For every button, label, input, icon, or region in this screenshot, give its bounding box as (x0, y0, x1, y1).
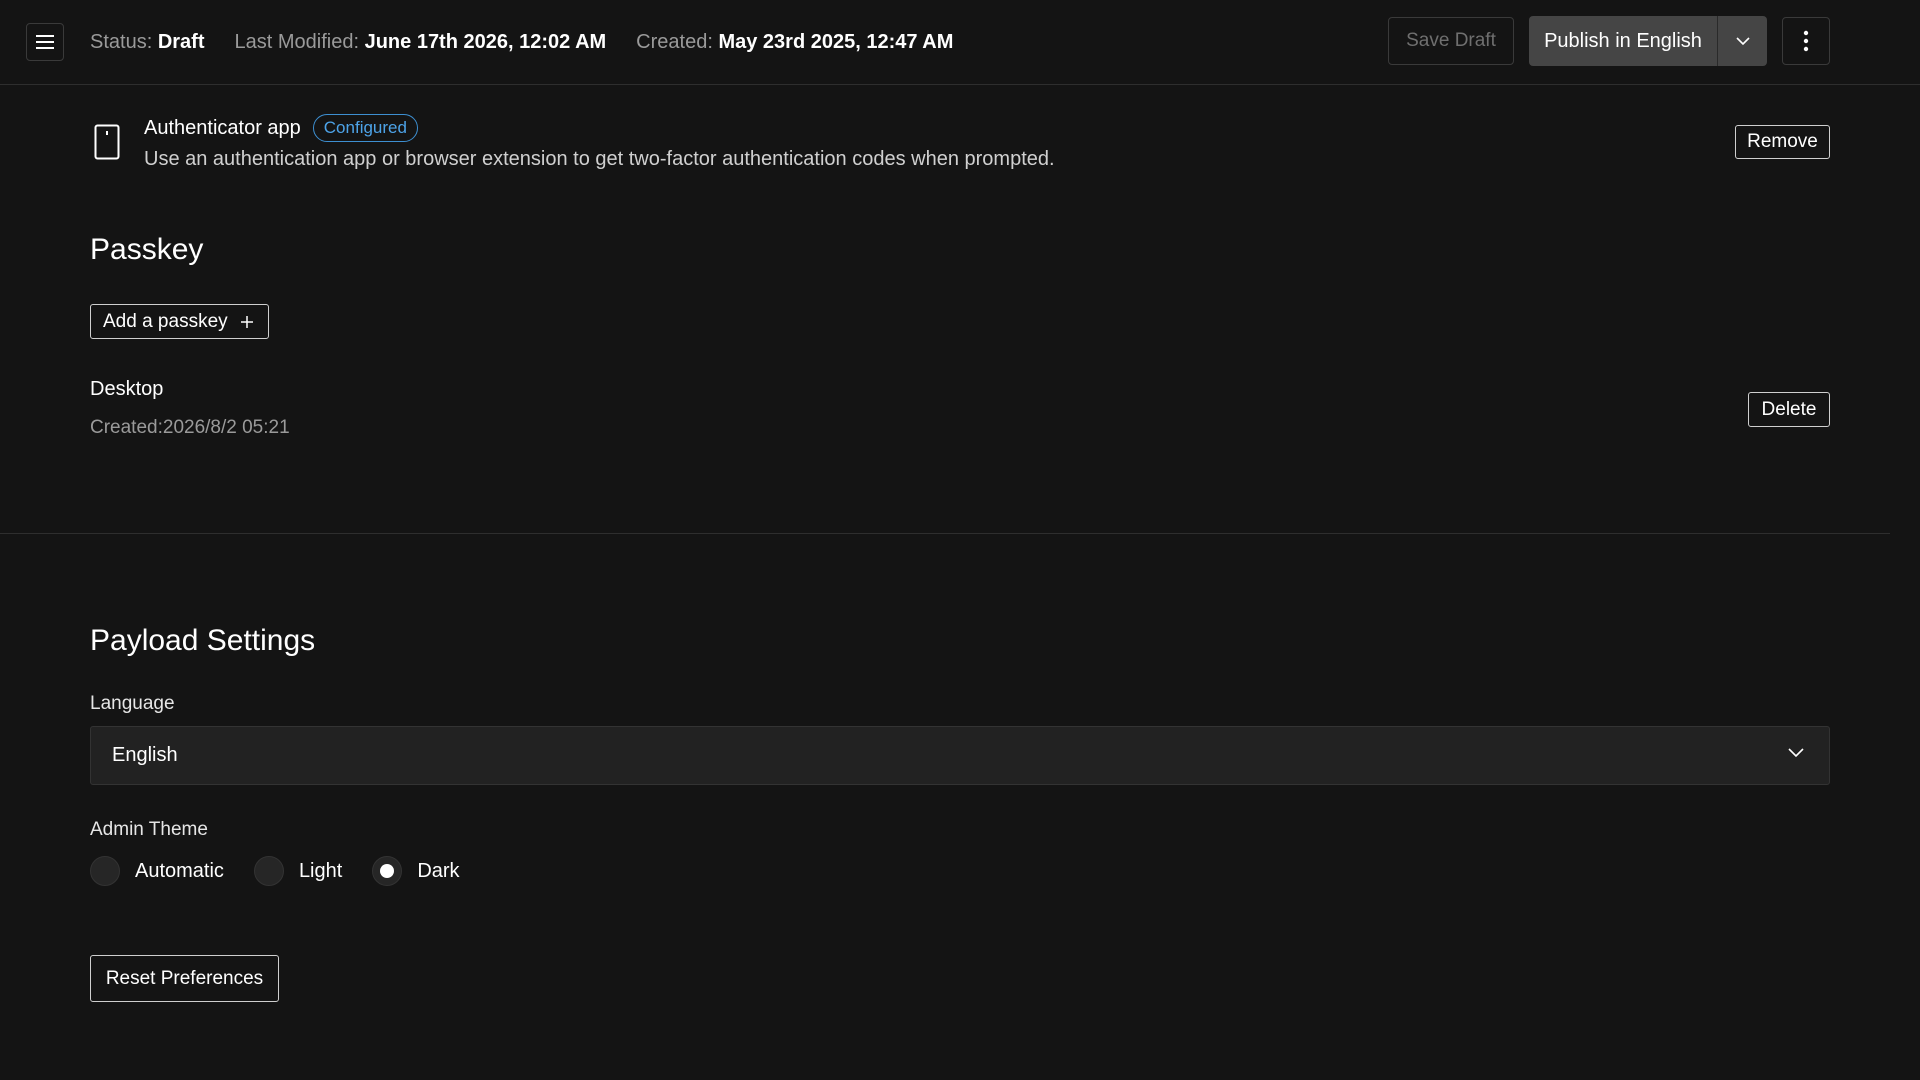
top-bar: Status: Draft Last Modified: June 17th 2… (0, 0, 1920, 85)
publish-button[interactable]: Publish in English (1529, 16, 1717, 66)
passkey-section-title: Passkey (90, 233, 204, 266)
authenticator-title-line: Authenticator app Configured (144, 112, 418, 144)
theme-option-label: Dark (417, 859, 460, 882)
passkey-item-name: Desktop (90, 378, 164, 400)
vertical-ellipsis-icon (1803, 30, 1809, 52)
language-label: Language (90, 693, 175, 714)
chevron-down-icon (1735, 37, 1750, 46)
plus-icon (240, 315, 253, 328)
theme-option-automatic[interactable]: Automatic (90, 856, 224, 886)
language-selected-value: English (112, 744, 178, 766)
status-label: Status: (90, 30, 153, 53)
created-meta: Created: May 23rd 2025, 12:47 AM (636, 31, 953, 54)
hamburger-menu-icon (36, 35, 54, 49)
last-modified-value: June 17th 2026, 12:02 AM (364, 30, 607, 53)
section-divider (0, 533, 1890, 534)
menu-toggle-button[interactable] (26, 23, 64, 61)
theme-option-label: Light (298, 859, 343, 882)
admin-theme-radio-group: Automatic Light Dark (90, 856, 490, 886)
delete-passkey-button[interactable]: Delete (1748, 392, 1830, 427)
theme-option-light[interactable]: Light (253, 856, 343, 886)
theme-option-dark[interactable]: Dark (372, 856, 460, 886)
authenticator-description: Use an authentication app or browser ext… (144, 148, 1055, 170)
status-meta: Status: Draft (90, 31, 205, 54)
chevron-down-icon (1788, 748, 1804, 758)
mobile-device-icon (94, 124, 120, 160)
authenticator-title: Authenticator app (144, 116, 301, 139)
radio-button-dark[interactable] (372, 856, 403, 886)
document-meta: Status: Draft Last Modified: June 17th 2… (90, 0, 983, 84)
radio-selected-dot (380, 864, 395, 878)
radio-button-light[interactable] (253, 856, 284, 886)
language-select[interactable]: English (90, 726, 1830, 785)
last-modified-label: Last Modified: (234, 30, 360, 53)
more-options-button[interactable] (1782, 17, 1830, 65)
save-draft-button[interactable]: Save Draft (1388, 17, 1514, 65)
payload-settings-title: Payload Settings (90, 624, 316, 657)
remove-authenticator-button[interactable]: Remove (1735, 125, 1830, 159)
last-modified-meta: Last Modified: June 17th 2026, 12:02 AM (235, 31, 607, 54)
admin-theme-label: Admin Theme (90, 819, 208, 840)
authenticator-app-row: Authenticator app Configured Use an auth… (90, 112, 1830, 178)
status-value: Draft (157, 30, 205, 53)
configured-badge: Configured (312, 114, 418, 142)
created-label: Created: (636, 30, 713, 53)
add-passkey-label: Add a passkey (103, 310, 228, 332)
created-value: May 23rd 2025, 12:47 AM (718, 30, 954, 53)
publish-button-group: Publish in English (1529, 16, 1767, 66)
reset-preferences-button[interactable]: Reset Preferences (90, 955, 279, 1002)
add-passkey-button[interactable]: Add a passkey (90, 304, 269, 339)
publish-options-button[interactable] (1717, 16, 1767, 66)
passkey-item-created: Created:2026/8/2 05:21 (90, 417, 290, 438)
theme-option-label: Automatic (135, 859, 224, 882)
radio-button-automatic[interactable] (90, 856, 120, 886)
